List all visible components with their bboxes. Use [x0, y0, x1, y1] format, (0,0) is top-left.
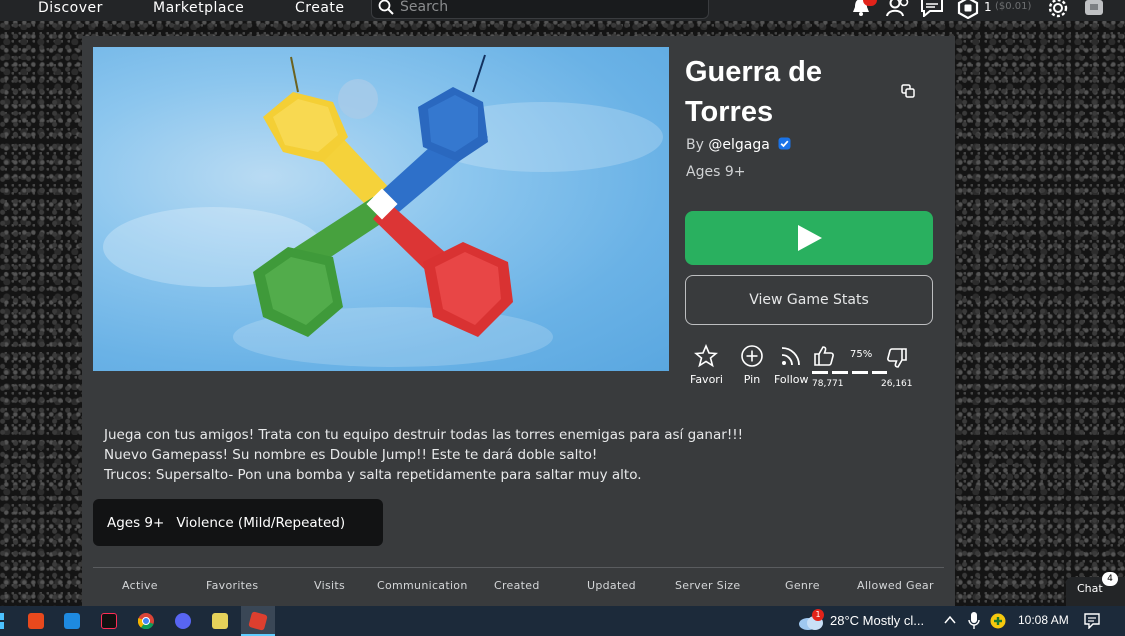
office-app-icon[interactable]: [28, 613, 44, 629]
play-button[interactable]: [685, 211, 933, 265]
nav-marketplace-link[interactable]: Marketplace: [153, 0, 244, 16]
pin-button[interactable]: Pin: [740, 344, 764, 386]
store-app-icon[interactable]: [64, 613, 80, 629]
search-icon: [378, 0, 394, 15]
discord-app-icon[interactable]: [175, 613, 191, 629]
description-line: Trucos: Supersalto- Pon una bomba y salt…: [104, 467, 642, 483]
thumbs-up-icon[interactable]: [812, 344, 836, 368]
weather-alert-badge: 1: [812, 609, 824, 621]
description-line: Juega con tus amigos! Trata con tu equip…: [104, 427, 744, 443]
notification-badge: 6: [863, 0, 877, 6]
favorite-label: Favori: [690, 373, 723, 386]
content-rating-descriptor: Violence (Mild/Repeated): [176, 514, 346, 531]
pin-label: Pin: [743, 373, 761, 386]
notification-center-icon[interactable]: [1084, 613, 1100, 629]
star-icon: [694, 343, 719, 368]
notepad-app-icon[interactable]: [212, 613, 228, 629]
robux-balance: 1: [984, 0, 992, 14]
weather-text[interactable]: 28°C Mostly cl...: [830, 613, 924, 628]
downvote-segment: [887, 371, 912, 374]
follow-label: Follow: [774, 373, 809, 386]
nav-create-link[interactable]: Create: [295, 0, 345, 16]
creator-link[interactable]: @elgaga: [708, 137, 769, 153]
settings-gear-icon[interactable]: [1046, 0, 1070, 19]
taskbar-clock[interactable]: 10:08 AM: [1018, 613, 1069, 627]
verified-badge-icon: [778, 137, 791, 150]
by-prefix: By: [686, 137, 709, 153]
chat-unread-badge: 4: [1102, 572, 1118, 586]
status-plus-icon[interactable]: [990, 613, 1006, 629]
search-placeholder: Search: [400, 0, 449, 15]
info-header-server-size: Server Size: [675, 579, 741, 592]
upvote-percentage: 75%: [850, 349, 873, 360]
view-game-stats-button[interactable]: View Game Stats: [685, 275, 933, 325]
rss-feed-icon: [782, 347, 801, 366]
microphone-icon[interactable]: [968, 612, 980, 630]
creator-line: By @elgaga: [686, 137, 791, 153]
start-icon[interactable]: [0, 613, 10, 629]
messages-icon[interactable]: [920, 0, 944, 17]
roblox-taskbar-button[interactable]: [241, 606, 275, 636]
follow-button[interactable]: Follow: [774, 344, 809, 386]
content-rating-age: Ages 9+: [107, 514, 165, 531]
info-header-active: Active: [122, 579, 158, 592]
favorite-button[interactable]: Favori: [690, 343, 723, 386]
info-header-communication: Communication: [377, 579, 468, 592]
chevron-up-icon[interactable]: [944, 615, 956, 625]
downvote-count: 26,161: [881, 379, 913, 389]
search-input[interactable]: Search: [371, 0, 709, 19]
copy-link-icon[interactable]: [900, 83, 916, 99]
info-header-visits: Visits: [314, 579, 345, 592]
profile-avatar-icon[interactable]: [1082, 0, 1106, 17]
nav-discover-link[interactable]: Discover: [38, 0, 103, 16]
info-header-allowed-gear: Allowed Gear: [857, 579, 934, 592]
chat-label: Chat: [1077, 582, 1103, 595]
thumbnail-artwork: [103, 54, 663, 367]
content-rating-badge: Ages 9+ Violence (Mild/Repeated): [93, 499, 383, 546]
roblox-app-icon: [248, 611, 268, 631]
thumbs-down-icon[interactable]: [885, 346, 909, 370]
tiktok-app-icon[interactable]: [101, 613, 117, 629]
description-line: Nuevo Gamepass! Su nombre es Double Jump…: [104, 447, 598, 463]
vote-ratio-bar: [812, 371, 912, 374]
robux-icon[interactable]: [957, 0, 979, 19]
age-rating-label: Ages 9+: [686, 164, 746, 180]
info-header-genre: Genre: [785, 579, 820, 592]
game-title: Guerra de Torres: [685, 52, 885, 132]
windows-taskbar: 1 28°C Mostly cl... 10:08 AM: [0, 606, 1125, 636]
info-header-favorites: Favorites: [206, 579, 259, 592]
plus-circle-icon: [741, 345, 763, 367]
info-header-created: Created: [494, 579, 540, 592]
game-description: Juega con tus amigos! Trata con tu equip…: [104, 425, 924, 485]
game-title-line1: Guerra de: [685, 56, 822, 88]
friends-icon[interactable]: [886, 0, 912, 17]
top-navigation-bar: Discover Marketplace Create Search 6 1 (…: [0, 0, 1125, 21]
upvote-count: 78,771: [812, 379, 844, 389]
chrome-app-icon[interactable]: [138, 613, 154, 629]
robux-usd-value: ($0.01): [995, 1, 1032, 12]
play-icon: [798, 225, 822, 251]
game-thumbnail[interactable]: [93, 47, 669, 371]
info-header-updated: Updated: [587, 579, 636, 592]
section-divider: [93, 567, 944, 568]
game-title-line2: Torres: [685, 96, 774, 128]
